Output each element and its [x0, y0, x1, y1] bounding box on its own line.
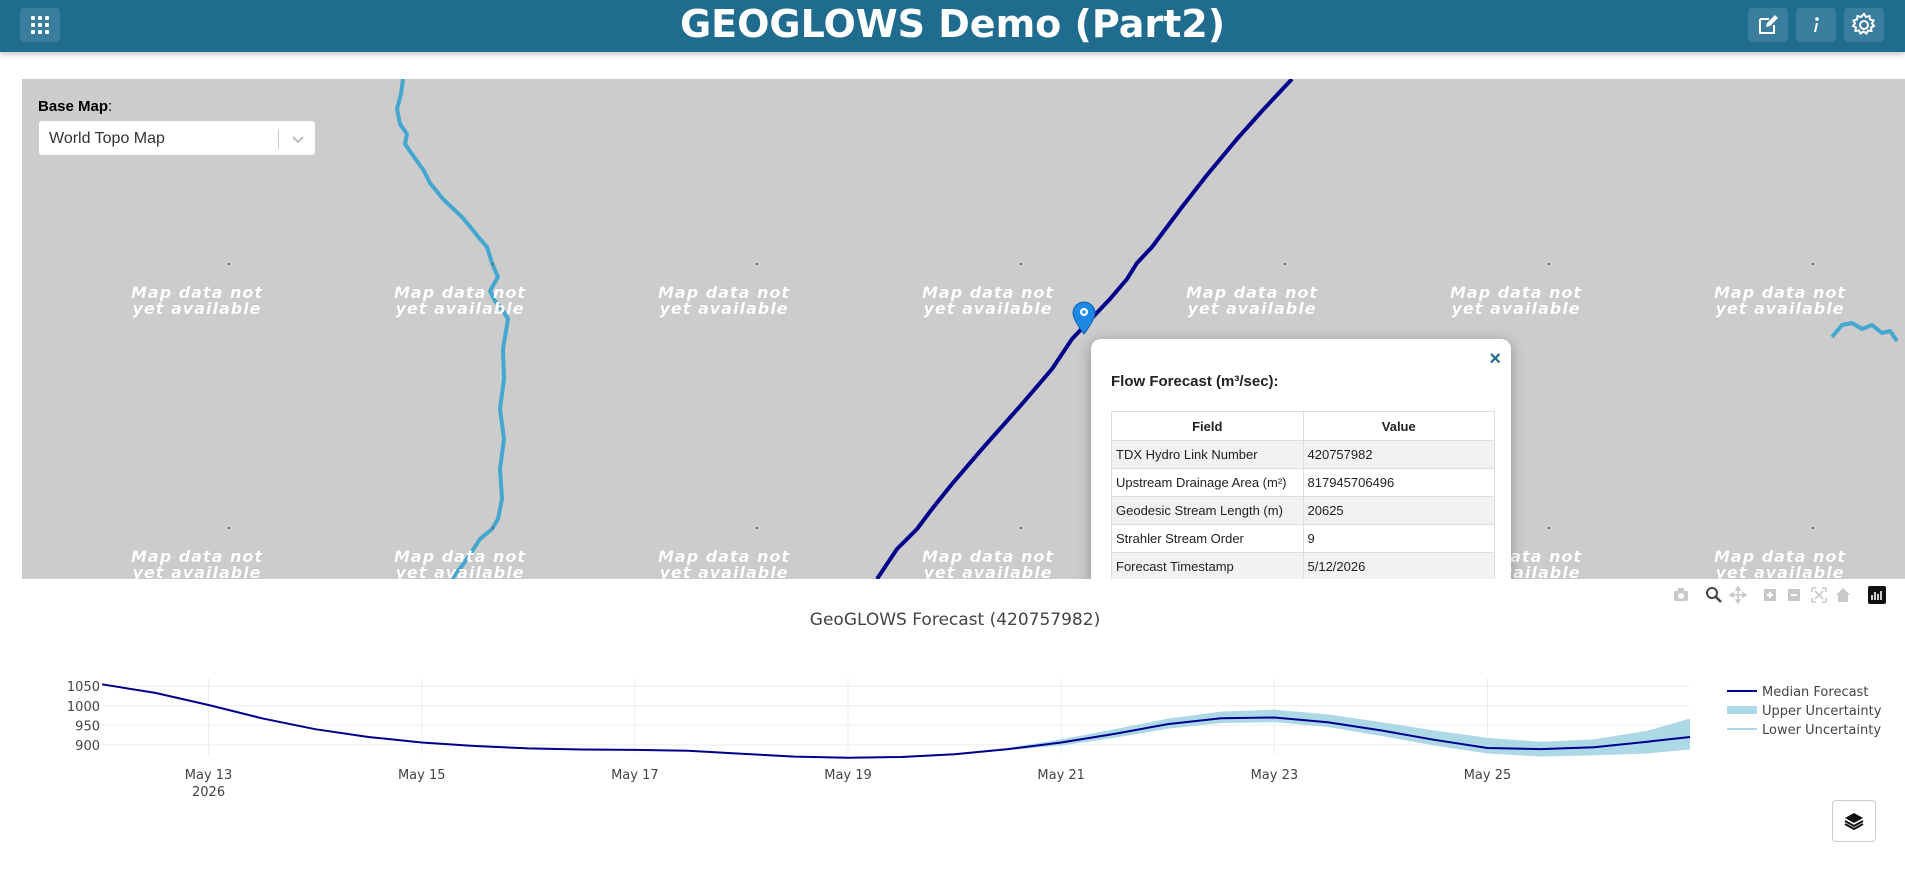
tile-notice: Map data not yet available	[921, 283, 1055, 318]
tile-corner-dot	[228, 527, 230, 529]
basemap-selected-value: World Topo Map	[49, 130, 165, 147]
popup-title: Flow Forecast (m³/sec):	[1111, 373, 1279, 390]
table-row: Strahler Stream Order 9	[1111, 524, 1495, 553]
x-tick-label: May 19	[824, 768, 872, 783]
tile-notice: Map data not yet available	[657, 283, 791, 318]
chart-legend: Median Forecast Upper Uncertainty Lower Un…	[1727, 685, 1882, 738]
field-cell: Upstream Drainage Area (m²)	[1111, 468, 1304, 497]
app-title: GEOGLOWS Demo (Part2)	[679, 2, 1226, 46]
plotly-logo-icon[interactable]	[1868, 586, 1886, 604]
forecast-chart[interactable]: May 13 2026 May 15 May 17 May 19 May 21 May 23…	[0, 640, 1905, 820]
info-icon	[1814, 17, 1819, 32]
table-row: Forecast Timestamp 5/12/2026	[1111, 552, 1495, 579]
close-icon[interactable]: ×	[1489, 349, 1501, 369]
tile-corner-dot	[492, 263, 494, 265]
x-tick-label: May 17	[611, 768, 659, 783]
x-tick-label: May 25	[1464, 768, 1512, 783]
pan-icon[interactable]	[1728, 586, 1748, 604]
tile-notice: Map data not yet available	[1185, 283, 1319, 318]
y-axis-ticks: 900 950 1000 1050	[67, 680, 100, 754]
chart-toolbar	[1674, 586, 1886, 604]
header-value: Value	[1302, 411, 1495, 441]
tile-notice: Map data not yet available	[393, 547, 527, 580]
tile-corner-dot	[492, 527, 494, 529]
value-cell: 20625	[1302, 496, 1495, 525]
tile-corner-dot	[1020, 527, 1022, 529]
tile-corner-dot	[1020, 263, 1022, 265]
edit-button[interactable]	[1748, 8, 1788, 42]
table-row: TDX Hydro Link Number 420757982	[1111, 440, 1495, 469]
basemap-select[interactable]: World Topo Map	[38, 120, 316, 156]
reset-axes-icon[interactable]	[1836, 588, 1850, 602]
field-cell: Forecast Timestamp	[1111, 552, 1304, 579]
y-tick-label: 900	[75, 739, 100, 754]
header-field: Field	[1111, 411, 1304, 441]
table-row: Upstream Drainage Area (m²) 817945706496	[1111, 468, 1495, 497]
tile-corner-dot	[756, 527, 758, 529]
tile-corner-dot	[1812, 527, 1814, 529]
tile-notice: Map data not yet available	[921, 547, 1055, 580]
x-tick-label: May 13	[185, 768, 233, 783]
basemap-label: Base Map:	[38, 98, 113, 115]
tile-corner-dot	[756, 263, 758, 265]
legend-item-label: Lower Uncertainty	[1762, 723, 1881, 738]
x-tick-sublabel: 2026	[192, 785, 225, 800]
field-cell: TDX Hydro Link Number	[1111, 440, 1304, 469]
x-tick-label: May 21	[1037, 768, 1085, 783]
tile-notice: Map data not yet available	[1713, 547, 1847, 580]
select-divider	[278, 129, 279, 149]
tributary-river-right[interactable]	[1830, 321, 1899, 343]
info-button[interactable]	[1796, 8, 1836, 42]
x-tick-label: May 23	[1251, 768, 1299, 783]
tile-notice: Map data not yet available	[1713, 283, 1847, 318]
y-tick-label: 1000	[67, 700, 100, 715]
chevron-down-icon[interactable]	[290, 131, 306, 147]
layers-icon	[1844, 813, 1864, 831]
zoom-out-icon[interactable]	[1788, 589, 1800, 601]
table-row: Geodesic Stream Length (m) 20625	[1111, 496, 1495, 525]
tile-corner-dot	[1284, 263, 1286, 265]
zoom-icon[interactable]	[1706, 587, 1722, 603]
value-cell: 5/12/2026	[1302, 552, 1495, 579]
tile-notice: Map data not yet available	[130, 547, 264, 580]
legend-item-label: Upper Uncertainty	[1762, 704, 1882, 719]
map-view[interactable]: Map data not yet available Map data not …	[22, 79, 1905, 579]
chart-title: GeoGLOWS Forecast (420757982)	[809, 610, 1101, 630]
autoscale-icon[interactable]	[1811, 587, 1827, 603]
tile-corner-dot	[1548, 527, 1550, 529]
y-tick-label: 950	[75, 719, 100, 734]
settings-button[interactable]	[1844, 8, 1884, 42]
x-tick-label: May 15	[398, 768, 446, 783]
legend-item-label: Median Forecast	[1762, 685, 1868, 700]
series-line-lower-uncertainty	[101, 683, 1691, 759]
camera-icon[interactable]	[1674, 588, 1688, 601]
tile-notice: Map data not yet available	[657, 547, 791, 580]
edit-icon	[1759, 15, 1778, 34]
popup-table: Field Value TDX Hydro Link Number 420757…	[1111, 411, 1495, 579]
tile-notice: Map data not yet available	[393, 283, 527, 318]
tile-notice: Map data not yet available	[130, 283, 264, 318]
table-header-row: Field Value	[1111, 411, 1495, 441]
field-cell: Strahler Stream Order	[1111, 524, 1304, 553]
tile-corner-dot	[1548, 263, 1550, 265]
tile-notice: Map data not yet available	[1449, 283, 1583, 318]
y-tick-label: 1050	[67, 680, 100, 695]
zoom-in-icon[interactable]	[1764, 589, 1776, 601]
location-pin-icon[interactable]	[1071, 301, 1097, 335]
field-cell: Geodesic Stream Length (m)	[1111, 496, 1304, 525]
value-cell: 420757982	[1302, 440, 1495, 469]
value-cell: 9	[1302, 524, 1495, 553]
layers-control-button[interactable]	[1832, 800, 1876, 842]
tile-corner-dot	[1812, 263, 1814, 265]
settings-gear-icon	[1851, 12, 1876, 35]
x-axis-ticks: May 13 2026 May 15 May 17 May 19 May 21 May 23…	[185, 768, 1511, 800]
flow-forecast-popup: × Flow Forecast (m³/sec): Field Value TD…	[1091, 339, 1511, 579]
value-cell: 817945706496	[1302, 468, 1495, 497]
tile-corner-dot	[228, 263, 230, 265]
app-header: GEOGLOWS Demo (Part2)	[0, 0, 1905, 52]
tributary-river-left[interactable]	[395, 79, 510, 579]
